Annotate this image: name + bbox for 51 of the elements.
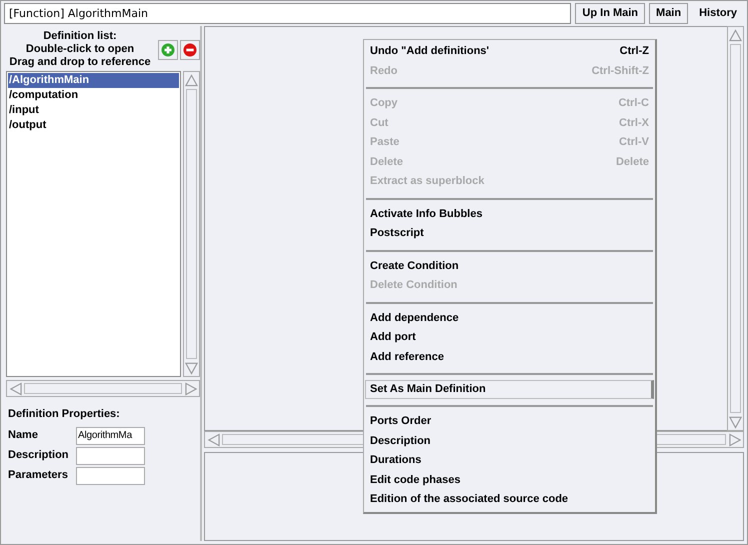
scroll-left-icon[interactable] <box>206 432 220 446</box>
scroll-down-icon[interactable] <box>185 361 198 375</box>
field-label: Name <box>8 428 39 444</box>
field-label: Description <box>8 448 70 464</box>
vertical-scrollbar[interactable] <box>727 26 744 431</box>
list-item[interactable]: /computation <box>8 88 179 103</box>
list-item[interactable]: /input <box>8 103 179 118</box>
scroll-up-icon[interactable] <box>185 73 198 87</box>
menu-item[interactable]: Description <box>364 432 655 451</box>
horizontal-scrollbar[interactable] <box>6 380 200 397</box>
list-item[interactable]: /AlgorithmMain <box>8 73 179 88</box>
list-heading: Drag and drop to reference <box>9 56 151 69</box>
menu-item[interactable]: Add reference <box>364 348 655 367</box>
menu-item[interactable]: Durations <box>364 451 655 470</box>
menu-item[interactable]: Add dependence <box>364 308 655 328</box>
menu-item[interactable]: Postscript <box>364 224 655 244</box>
menu-item[interactable]: Undo "Add definitions' Ctrl-Z <box>364 42 655 62</box>
scroll-down-icon[interactable] <box>729 415 742 429</box>
shortcut-label: Delete <box>616 154 649 170</box>
list-heading: Double-click to open <box>26 43 134 56</box>
toolbar-button[interactable]: Main <box>649 3 688 24</box>
menu-item[interactable]: Edition of the associated source code <box>364 490 655 510</box>
shortcut-label: Ctrl-Shift-Z <box>592 64 649 78</box>
remove-icon <box>183 42 197 56</box>
scroll-up-icon[interactable] <box>729 28 742 42</box>
menu-item[interactable]: Set As Main Definition <box>365 380 654 399</box>
add-icon <box>161 42 175 56</box>
list-item[interactable]: /output <box>8 118 179 133</box>
add-button[interactable] <box>158 40 178 60</box>
scroll-left-icon[interactable] <box>8 382 22 396</box>
scroll-right-icon[interactable] <box>728 432 742 446</box>
input-field[interactable] <box>76 466 145 484</box>
scroll-right-icon[interactable] <box>184 382 198 396</box>
shortcut-label: Ctrl-V <box>619 135 649 150</box>
menu-item[interactable]: Ports Order <box>364 412 655 432</box>
input-field[interactable]: AlgorithmMa <box>76 426 145 444</box>
menu-item[interactable]: Edit code phases <box>364 470 655 490</box>
shortcut-label: Ctrl-C <box>618 96 649 111</box>
list-heading: Definition list: <box>43 30 117 43</box>
menu-item[interactable]: Create Condition <box>364 256 655 276</box>
properties-title: Definition Properties: <box>8 407 121 422</box>
shortcut-label: Ctrl-Z <box>620 44 649 59</box>
input-field[interactable] <box>76 446 145 464</box>
menu-item[interactable]: Activate Info Bubbles <box>364 204 655 224</box>
vertical-scrollbar[interactable] <box>183 71 200 377</box>
path-field[interactable]: [Function] AlgorithmMain <box>4 3 572 24</box>
toolbar-button[interactable]: Up In Main <box>575 3 646 24</box>
remove-button[interactable] <box>180 40 200 60</box>
shortcut-label: Ctrl-X <box>619 116 649 130</box>
menu-item[interactable]: Add port <box>364 328 655 348</box>
field-label: Parameters <box>8 468 69 484</box>
